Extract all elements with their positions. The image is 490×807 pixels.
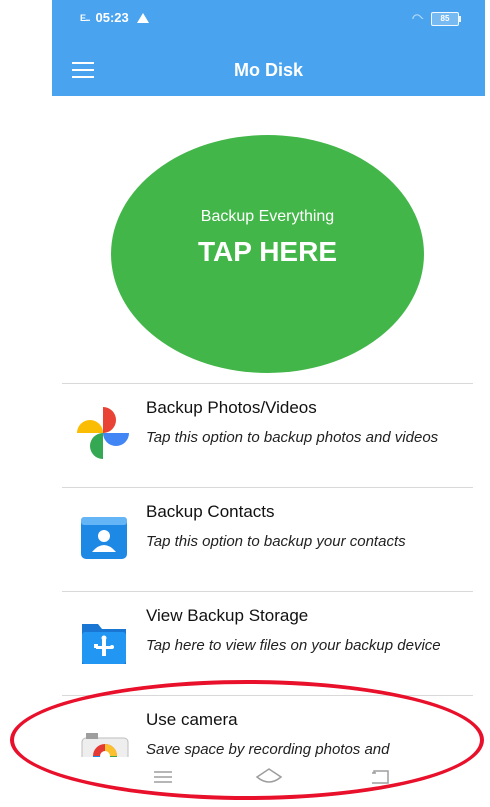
battery-icon: 85 <box>431 12 461 26</box>
item-title: Backup Photos/Videos <box>146 398 317 417</box>
google-photos-icon <box>77 407 129 459</box>
item-description: Tap this option to backup your contacts <box>146 533 406 550</box>
warning-icon <box>136 12 149 23</box>
item-description: Tap here to view files on your backup de… <box>146 637 441 654</box>
usb-folder-icon <box>82 624 126 664</box>
recent-apps-icon[interactable] <box>148 765 178 789</box>
item-title: Backup Contacts <box>146 502 275 521</box>
tap-here-label: TAP HERE <box>198 236 337 267</box>
item-title: Use camera <box>146 710 238 729</box>
contacts-icon <box>81 517 127 559</box>
home-icon[interactable] <box>254 765 284 789</box>
phone-screen: E... 05:23 85 Mo Disk Backup Everything … <box>52 0 485 807</box>
backup-everything-subtitle: Backup Everything <box>200 208 335 225</box>
back-icon[interactable] <box>366 765 396 789</box>
list-item-backup-photos[interactable]: Backup Photos/Videos Tap this option to … <box>62 383 473 487</box>
app-bar: Mo Disk <box>52 46 485 96</box>
system-nav-bar <box>52 757 485 807</box>
list-item-backup-contacts[interactable]: Backup Contacts Tap this option to backu… <box>62 487 473 591</box>
options-list: Backup Photos/Videos Tap this option to … <box>62 383 473 799</box>
item-description: Tap this option to backup photos and vid… <box>146 429 439 446</box>
wifi-icon <box>410 12 424 26</box>
status-time: 05:23 <box>95 10 129 25</box>
backup-everything-button[interactable]: Backup Everything TAP HERE <box>111 135 424 373</box>
list-item-view-backup-storage[interactable]: View Backup Storage Tap here to view fil… <box>62 591 473 695</box>
signal-indicator: E... <box>80 12 90 23</box>
item-title: View Backup Storage <box>146 606 309 625</box>
app-title: Mo Disk <box>233 60 303 80</box>
status-bar: E... 05:23 85 <box>52 0 485 46</box>
